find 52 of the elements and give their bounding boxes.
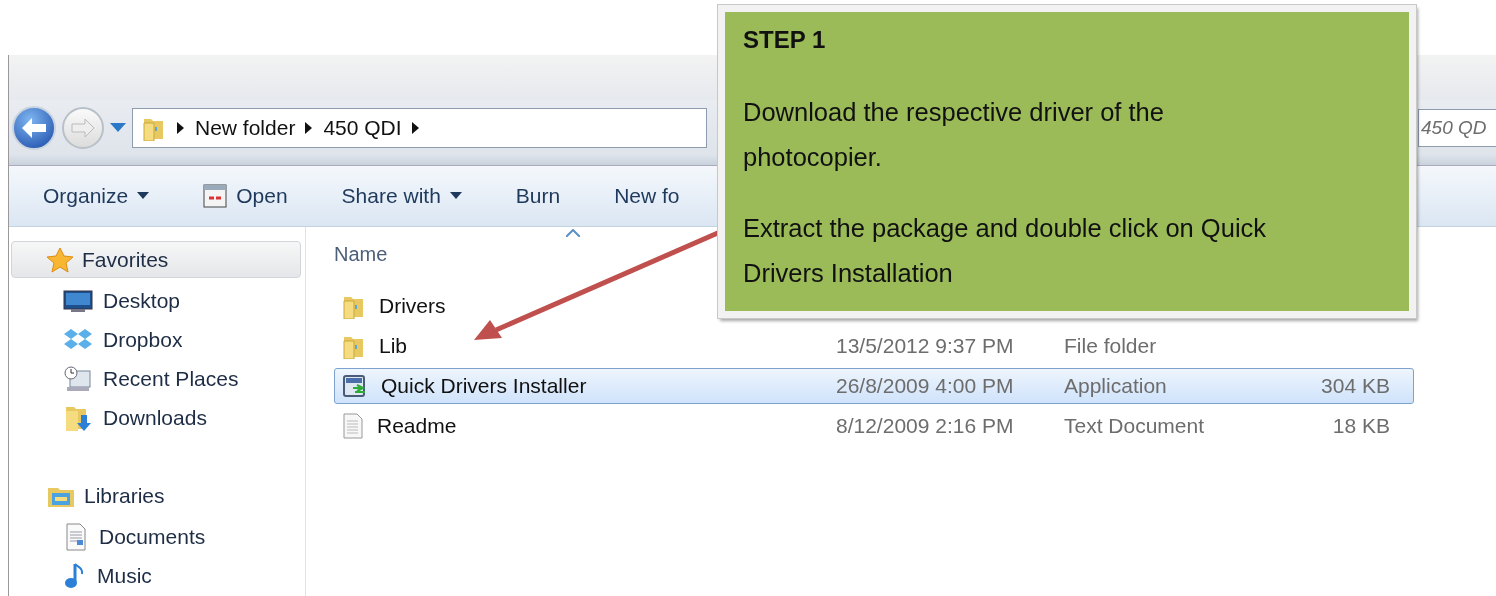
file-name: Lib [379,334,408,358]
sidebar-item[interactable]: Music [9,556,305,596]
text-document-icon [341,413,365,439]
date-modified: 8/12/2009 2:16 PM [836,414,1014,437]
file-name: Drivers [379,294,446,318]
toolbar-button[interactable]: Share with [329,178,474,214]
instruction-text: Extract the package and double click on Quick Drivers Installation [743,213,1268,289]
search-field[interactable]: 450 QD [1418,108,1496,147]
sidebar-item[interactable]: Downloads [9,398,305,439]
caret-down-icon [449,192,462,200]
back-button[interactable] [12,105,56,150]
breadcrumb[interactable]: New folder [195,115,296,140]
file-name: Quick Drivers Installer [381,374,587,398]
arrow-left-icon [21,116,47,139]
toolbar-button[interactable]: New fo [602,178,692,214]
file-type: Text Document [1064,414,1205,437]
star-icon [46,246,74,273]
file-row[interactable]: Quick Drivers Installer 26/8/2009 4:00 PM Application 304 KB [334,368,1414,404]
toolbar-button[interactable]: Burn [503,178,573,214]
sidebar-group[interactable]: Favorites [11,241,301,279]
file-name: Readme [377,414,457,438]
date-modified: 13/5/2012 9:37 PM [836,334,1014,357]
file-row[interactable]: Readme 8/12/2009 2:16 PM Text Document 18 KB [334,408,1391,444]
file-type: File folder [1064,334,1157,357]
caret-down-icon [137,192,150,200]
chevron-right-icon [411,121,420,134]
breadcrumb[interactable]: 450 QDI [323,115,402,140]
sidebar-item[interactable]: Desktop [9,281,305,321]
step-title: STEP 1 [743,26,827,54]
history-dropdown[interactable] [110,122,126,133]
sidebar-group[interactable]: Libraries [11,477,301,515]
file-row[interactable]: Lib 13/5/2012 9:37 PM File folder [334,328,1295,364]
arrow-right-icon [71,117,95,138]
documents-icon [63,523,89,552]
sidebar-item[interactable]: Dropbox [9,320,305,360]
file-row[interactable]: Drivers [334,288,459,324]
instruction-text: Download the respective driver of the photocopier. [743,97,1165,173]
file-size: 304 KB [1321,374,1390,397]
toolbar-button[interactable]: Open [191,178,300,214]
chevron-right-icon [305,121,314,134]
desktop-icon [63,288,93,313]
chevron-right-icon [177,121,185,134]
file-type: Application [1064,374,1167,397]
sidebar-item[interactable]: Recent Places [9,359,305,399]
recent-places-icon [63,365,93,394]
sidebar-item[interactable]: Documents [9,517,305,557]
window-icon [203,184,228,208]
address-bar[interactable]: New folder 450 QDI [132,107,707,148]
date-modified: 26/8/2009 4:00 PM [836,374,1014,397]
file-size: 18 KB [1332,414,1390,437]
toolbar-button[interactable]: Organize [31,178,162,214]
column-header[interactable]: Name [334,242,388,266]
